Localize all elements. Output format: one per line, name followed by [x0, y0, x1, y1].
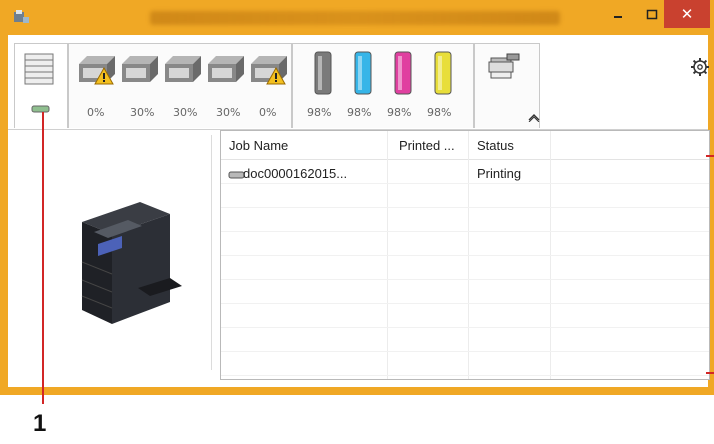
maximize-icon — [646, 9, 658, 20]
consumable-percent: 30% — [216, 106, 241, 119]
window-title — [150, 11, 560, 25]
consumable-percent: 30% — [173, 106, 198, 119]
toner-percent: 98% — [427, 106, 452, 119]
consumable-percent: 0% — [87, 106, 105, 119]
row-divider — [221, 351, 709, 352]
close-icon: ✕ — [680, 5, 694, 23]
toner-cartridge: 98% — [427, 50, 463, 126]
job-name-cell: doc0000162015... — [243, 166, 348, 181]
row-divider — [221, 255, 709, 256]
row-divider — [221, 231, 709, 232]
row-divider — [221, 207, 709, 208]
row-divider — [221, 279, 709, 280]
scanner-icon — [488, 53, 520, 79]
consumable-item: 30% — [120, 54, 160, 124]
warning-drum-icon — [79, 56, 115, 85]
close-button[interactable]: ✕ — [664, 0, 710, 28]
warning-drum-icon — [251, 56, 287, 85]
job-list-table[interactable]: Job Name Printed ... Status doc000016201… — [220, 130, 710, 380]
consumable-item: 30% — [163, 54, 203, 124]
toner-percent: 98% — [347, 106, 372, 119]
drum-unit-icon — [208, 56, 244, 82]
column-status[interactable]: Status — [477, 138, 514, 153]
minimize-icon — [614, 16, 622, 18]
callout-tick — [706, 372, 714, 374]
callout-tick — [706, 155, 714, 157]
row-divider — [221, 327, 709, 328]
consumable-percent: 30% — [130, 106, 155, 119]
row-divider — [221, 303, 709, 304]
toner-cartridge: 98% — [347, 50, 383, 126]
job-list-icon — [24, 53, 54, 85]
consumable-item: 0% — [249, 54, 289, 124]
toner-cartridge: 98% — [387, 50, 423, 126]
callout-line — [42, 112, 44, 404]
device-panel — [8, 130, 213, 387]
drum-unit-icon — [165, 56, 201, 82]
toner-percent: 98% — [387, 106, 412, 119]
tab-job-list[interactable] — [14, 43, 68, 128]
drum-unit-icon — [122, 56, 158, 82]
status-tabs: 0% 30% 30% 30% 0% 98% 98% 98% 98% — [8, 43, 708, 129]
row-divider — [221, 375, 709, 376]
minimize-button[interactable] — [602, 0, 634, 28]
printer-app-icon — [14, 10, 29, 23]
row-divider — [221, 183, 709, 184]
device-status-icon — [31, 105, 50, 113]
panel-divider — [211, 135, 212, 370]
consumable-percent: 0% — [259, 106, 277, 119]
toner-percent: 98% — [307, 106, 332, 119]
column-printed[interactable]: Printed ... — [399, 138, 455, 153]
callout-number: 1 — [33, 410, 47, 437]
tab-consumables[interactable]: 0% 30% 30% 30% 0% — [68, 43, 292, 128]
status-cell: Printing — [477, 166, 522, 181]
settings-gear-icon[interactable] — [690, 57, 710, 77]
toner-cartridge-icon — [354, 51, 372, 95]
table-header: Job Name Printed ... Status — [221, 131, 709, 160]
toner-cartridge-icon — [394, 51, 412, 95]
collapse-icon[interactable] — [528, 112, 540, 122]
printer-image — [81, 202, 182, 324]
consumable-item: 0% — [77, 54, 117, 124]
column-job-name[interactable]: Job Name — [229, 138, 288, 153]
tab-toner-levels[interactable]: 98% 98% 98% 98% — [292, 43, 474, 128]
toner-cartridge-icon — [434, 51, 452, 95]
toner-cartridge: 98% — [307, 50, 343, 126]
consumable-item: 30% — [206, 54, 246, 124]
title-bar[interactable]: ✕ — [0, 0, 714, 35]
toner-cartridge-icon — [314, 51, 332, 95]
